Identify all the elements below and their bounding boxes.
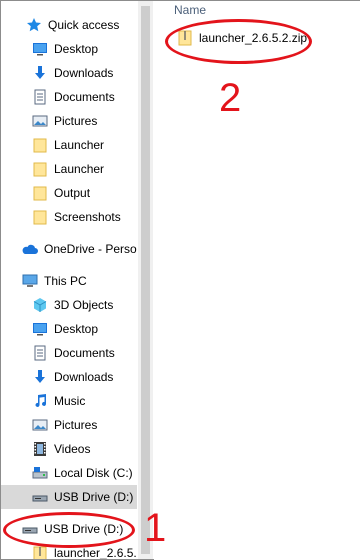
annotation-ellipse-usb (3, 512, 135, 548)
nav-onedrive[interactable]: OneDrive - Persor (1, 237, 137, 261)
nav-item-downloads[interactable]: Downloads (1, 61, 137, 85)
navigation-pane: Quick access Desktop Downloads Documents… (1, 1, 137, 559)
nav-item-label: Launcher (54, 162, 105, 176)
nav-item-local-disk[interactable]: Local Disk (C:) (1, 461, 137, 485)
nav-item-output[interactable]: Output (1, 181, 137, 205)
star-icon (25, 16, 43, 34)
nav-item-launcher[interactable]: Launcher (1, 157, 137, 181)
pc-icon (21, 272, 39, 290)
document-icon (31, 88, 49, 106)
nav-item-label: Pictures (54, 114, 98, 128)
column-header-name[interactable]: Name (174, 3, 206, 17)
nav-item-label: Output (54, 186, 91, 200)
nav-item-label: Documents (54, 90, 115, 104)
annotation-number-2: 2 (219, 76, 242, 120)
nav-item-pictures[interactable]: Pictures (1, 413, 137, 437)
nav-item-desktop[interactable]: Desktop (1, 37, 137, 61)
nav-item-label: Screenshots (54, 210, 121, 224)
nav-item-label: Videos (54, 442, 91, 456)
picture-icon (31, 416, 49, 434)
usb-drive-icon (31, 488, 49, 506)
annotation-number-1: 1 (144, 506, 167, 550)
nav-item-documents[interactable]: Documents (1, 341, 137, 365)
nav-item-label: Desktop (54, 322, 99, 336)
nav-item-videos[interactable]: Videos (1, 437, 137, 461)
nav-quick-access-label: Quick access (48, 18, 120, 32)
nav-item-label: Local Disk (C:) (54, 466, 133, 480)
picture-icon (31, 112, 49, 130)
film-icon (31, 440, 49, 458)
nav-item-launcher[interactable]: Launcher (1, 133, 137, 157)
nav-item-label: Downloads (54, 66, 114, 80)
desktop-icon (31, 40, 49, 58)
nav-item-label: USB Drive (D:) (54, 490, 134, 504)
nav-item-label: Music (54, 394, 86, 408)
folder-icon (31, 184, 49, 202)
nav-item-documents[interactable]: Documents (1, 85, 137, 109)
cloud-icon (21, 240, 39, 258)
download-arrow-icon (31, 64, 49, 82)
folder-icon (31, 208, 49, 226)
nav-onedrive-label: OneDrive - Persor (44, 242, 137, 256)
cube-icon (31, 296, 49, 314)
music-icon (31, 392, 49, 410)
nav-item-label: Downloads (54, 370, 114, 384)
nav-item-label: Pictures (54, 418, 98, 432)
download-arrow-icon (31, 368, 49, 386)
file-list-pane: Name launcher_2.6.5.2.zip (154, 1, 360, 560)
disk-icon (31, 464, 49, 482)
nav-item-pictures[interactable]: Pictures (1, 109, 137, 133)
folder-icon (31, 160, 49, 178)
nav-item-downloads[interactable]: Downloads (1, 365, 137, 389)
annotation-ellipse-file (165, 19, 312, 64)
nav-item-desktop[interactable]: Desktop (1, 317, 137, 341)
nav-this-pc-label: This PC (44, 274, 87, 288)
desktop-icon (31, 320, 49, 338)
nav-item-label: Desktop (54, 42, 99, 56)
document-icon (31, 344, 49, 362)
folder-icon (31, 136, 49, 154)
nav-item-usb-drive-selected[interactable]: USB Drive (D:) (1, 485, 137, 509)
nav-item-screenshots[interactable]: Screenshots (1, 205, 137, 229)
nav-this-pc[interactable]: This PC (1, 269, 137, 293)
nav-quick-access[interactable]: Quick access (1, 13, 137, 37)
nav-item-label: Documents (54, 346, 115, 360)
nav-item-label: 3D Objects (54, 298, 114, 312)
nav-item-music[interactable]: Music (1, 389, 137, 413)
nav-item-label: Launcher (54, 138, 105, 152)
nav-item-3d-objects[interactable]: 3D Objects (1, 293, 137, 317)
nav-scrollbar-thumb[interactable] (141, 6, 150, 554)
